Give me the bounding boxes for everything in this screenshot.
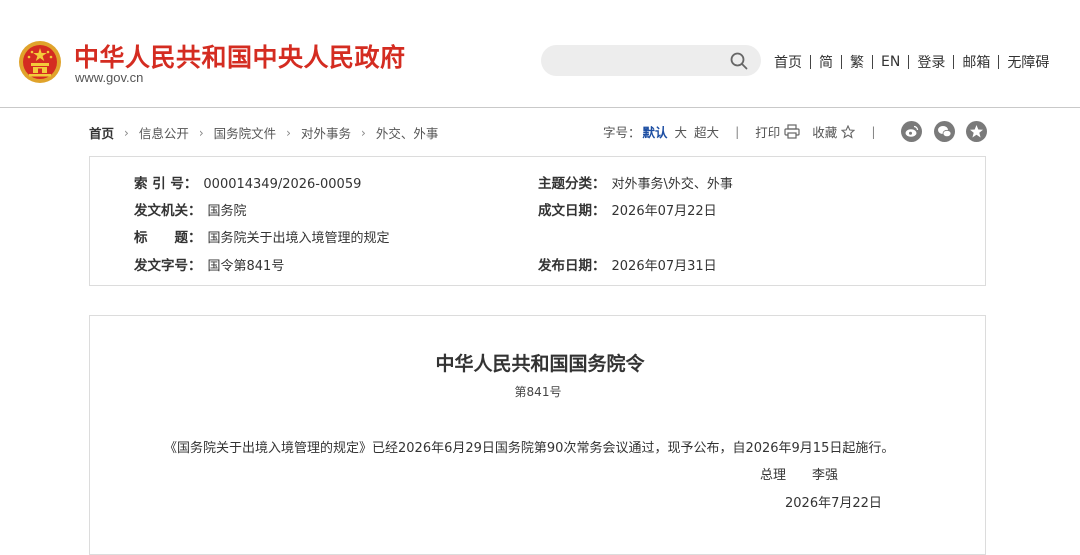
site-title[interactable]: 中华人民共和国中央人民政府 — [74, 38, 406, 74]
nav-accessibility[interactable]: 无障碍 — [1007, 52, 1049, 72]
print-label[interactable]: 打印 — [755, 122, 780, 141]
info-written-value: 2026年07月22日 — [611, 204, 717, 219]
font-size-large[interactable]: 大 — [675, 122, 688, 141]
breadcrumb-foreign-affairs[interactable]: 对外事务 — [301, 123, 351, 142]
info-doc-number: 发文字号： 国令第841号 — [134, 254, 284, 274]
signature-title: 总理 — [760, 468, 787, 483]
print-icon[interactable] — [784, 124, 800, 139]
info-publish-value: 2026年07月31日 — [611, 259, 717, 274]
breadcrumb-info-public[interactable]: 信息公开 — [139, 123, 189, 142]
info-written-label: 成文日期： — [538, 203, 606, 219]
chevron-right-icon: › — [361, 125, 366, 140]
site-url[interactable]: www.gov.cn — [75, 70, 143, 85]
star-icon[interactable] — [841, 124, 856, 139]
info-issuer: 发文机关： 国务院 — [134, 199, 247, 219]
search-input[interactable] — [555, 51, 719, 72]
breadcrumb: 首页 › 信息公开 › 国务院文件 › 对外事务 › 外交、外事 — [89, 123, 438, 142]
info-issuer-value: 国务院 — [207, 204, 247, 219]
header-divider — [0, 107, 1080, 108]
info-index: 索 引 号： 000014349/2026-00059 — [134, 172, 361, 192]
chevron-right-icon: › — [198, 125, 204, 140]
info-topic: 主题分类： 对外事务\外交、外事 — [538, 172, 733, 192]
qzone-icon[interactable] — [966, 121, 987, 142]
document-number: 第841号 — [514, 385, 562, 399]
font-size-label: 字号： — [603, 125, 641, 140]
nav-divider — [841, 55, 842, 69]
nav-divider — [810, 55, 811, 69]
nav-divider — [953, 55, 955, 69]
top-nav: 首页 简 繁 EN 登录 邮箱 无障碍 — [774, 52, 1049, 72]
info-index-label: 索 引 号： — [134, 176, 198, 192]
font-size-default[interactable]: 默认 — [643, 122, 668, 141]
signature-name: 李强 — [812, 468, 839, 483]
info-title-label: 标 题： — [134, 230, 202, 246]
tools-divider: | — [871, 124, 876, 139]
info-index-value: 000014349/2026-00059 — [203, 177, 362, 192]
nav-simplified[interactable]: 简 — [819, 52, 833, 72]
nav-traditional[interactable]: 繁 — [850, 52, 864, 72]
breadcrumb-home[interactable]: 首页 — [89, 123, 114, 142]
document-paragraph: 《国务院关于出境入境管理的规定》已经2026年6月29日国务院第90次常务会议通… — [164, 441, 895, 456]
info-doc-no-value: 国令第841号 — [207, 259, 285, 274]
document-signature: 总理 李强 — [760, 464, 838, 483]
nav-home[interactable]: 首页 — [774, 52, 802, 72]
search-icon[interactable] — [729, 51, 749, 71]
font-size-xlarge[interactable]: 超大 — [694, 122, 719, 141]
favorite-label[interactable]: 收藏 — [812, 122, 837, 141]
info-publish-date: 发布日期： 2026年07月31日 — [538, 254, 717, 274]
search-box — [541, 45, 761, 76]
document-date: 2026年7月22日 — [785, 496, 882, 511]
site-header: 中华人民共和国中央人民政府 www.gov.cn 首页 简 繁 EN 登录 邮箱… — [0, 0, 1080, 108]
nav-divider — [998, 55, 1000, 69]
info-topic-value: 对外事务\外交、外事 — [611, 177, 733, 192]
nav-mail[interactable]: 邮箱 — [962, 52, 990, 72]
breadcrumb-diplomacy[interactable]: 外交、外事 — [376, 123, 439, 142]
tools-divider: | — [735, 124, 740, 139]
wechat-icon[interactable] — [934, 121, 955, 142]
info-written-date: 成文日期： 2026年07月22日 — [538, 199, 717, 219]
weibo-icon[interactable] — [901, 121, 922, 142]
nav-divider — [908, 55, 910, 69]
info-title: 标 题： 国务院关于出境入境管理的规定 — [134, 226, 390, 246]
article-tools: 字号： 默认 大 超大 | 打印 收藏 | — [603, 122, 892, 141]
info-publish-label: 发布日期： — [538, 258, 606, 274]
info-topic-label: 主题分类： — [538, 176, 606, 192]
info-doc-no-label: 发文字号： — [134, 258, 202, 274]
document-title: 中华人民共和国国务院令 — [435, 353, 645, 375]
info-issuer-label: 发文机关： — [134, 203, 202, 219]
nav-divider — [872, 55, 873, 69]
national-emblem-icon[interactable] — [18, 40, 62, 84]
nav-english[interactable]: EN — [881, 54, 900, 70]
chevron-right-icon: › — [124, 125, 129, 140]
chevron-right-icon: › — [286, 125, 291, 140]
breadcrumb-state-council-docs[interactable]: 国务院文件 — [214, 123, 277, 142]
info-title-value: 国务院关于出境入境管理的规定 — [207, 231, 390, 246]
nav-login[interactable]: 登录 — [917, 52, 945, 72]
